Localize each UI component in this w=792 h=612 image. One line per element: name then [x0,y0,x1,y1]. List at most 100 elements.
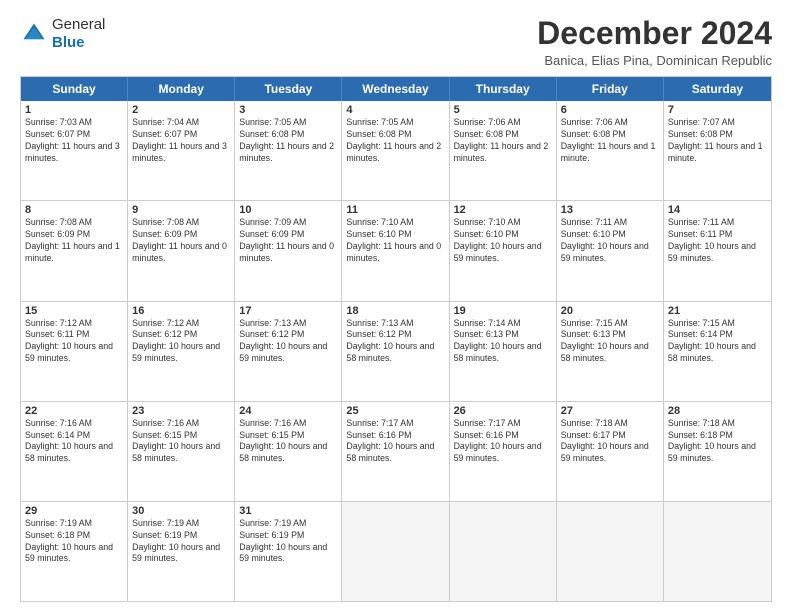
day-cell-28: 28Sunrise: 7:18 AMSunset: 6:18 PMDayligh… [664,402,771,501]
day-cell-10: 10Sunrise: 7:09 AMSunset: 6:09 PMDayligh… [235,201,342,300]
day-number: 16 [132,305,230,317]
day-number: 1 [25,104,123,116]
day-info: Sunrise: 7:13 AMSunset: 6:12 PMDaylight:… [239,318,337,366]
header-day-tuesday: Tuesday [235,77,342,101]
day-number: 28 [668,405,767,417]
day-cell-31: 31Sunrise: 7:19 AMSunset: 6:19 PMDayligh… [235,502,342,601]
header-day-monday: Monday [128,77,235,101]
day-info: Sunrise: 7:12 AMSunset: 6:11 PMDaylight:… [25,318,123,366]
day-cell-20: 20Sunrise: 7:15 AMSunset: 6:13 PMDayligh… [557,302,664,401]
day-number: 30 [132,505,230,517]
month-title: December 2024 [537,16,772,51]
day-cell-empty [557,502,664,601]
day-number: 7 [668,104,767,116]
calendar-row-4: 22Sunrise: 7:16 AMSunset: 6:14 PMDayligh… [21,401,771,501]
header-day-thursday: Thursday [450,77,557,101]
day-number: 27 [561,405,659,417]
calendar-body: 1Sunrise: 7:03 AMSunset: 6:07 PMDaylight… [21,101,771,601]
day-number: 3 [239,104,337,116]
day-number: 5 [454,104,552,116]
page: General Blue December 2024 Banica, Elias… [0,0,792,612]
calendar-row-3: 15Sunrise: 7:12 AMSunset: 6:11 PMDayligh… [21,301,771,401]
header-day-friday: Friday [557,77,664,101]
logo-icon [20,20,48,48]
day-number: 12 [454,204,552,216]
day-cell-empty [664,502,771,601]
day-number: 10 [239,204,337,216]
day-info: Sunrise: 7:05 AMSunset: 6:08 PMDaylight:… [239,117,337,165]
day-info: Sunrise: 7:11 AMSunset: 6:10 PMDaylight:… [561,217,659,265]
day-cell-4: 4Sunrise: 7:05 AMSunset: 6:08 PMDaylight… [342,101,449,200]
day-info: Sunrise: 7:10 AMSunset: 6:10 PMDaylight:… [454,217,552,265]
day-number: 13 [561,204,659,216]
day-cell-9: 9Sunrise: 7:08 AMSunset: 6:09 PMDaylight… [128,201,235,300]
header-day-saturday: Saturday [664,77,771,101]
day-info: Sunrise: 7:14 AMSunset: 6:13 PMDaylight:… [454,318,552,366]
day-cell-2: 2Sunrise: 7:04 AMSunset: 6:07 PMDaylight… [128,101,235,200]
day-info: Sunrise: 7:15 AMSunset: 6:14 PMDaylight:… [668,318,767,366]
day-number: 24 [239,405,337,417]
day-number: 21 [668,305,767,317]
day-info: Sunrise: 7:10 AMSunset: 6:10 PMDaylight:… [346,217,444,265]
day-info: Sunrise: 7:03 AMSunset: 6:07 PMDaylight:… [25,117,123,165]
day-cell-11: 11Sunrise: 7:10 AMSunset: 6:10 PMDayligh… [342,201,449,300]
day-info: Sunrise: 7:11 AMSunset: 6:11 PMDaylight:… [668,217,767,265]
day-info: Sunrise: 7:06 AMSunset: 6:08 PMDaylight:… [454,117,552,165]
day-cell-17: 17Sunrise: 7:13 AMSunset: 6:12 PMDayligh… [235,302,342,401]
calendar: SundayMondayTuesdayWednesdayThursdayFrid… [20,76,772,602]
day-info: Sunrise: 7:08 AMSunset: 6:09 PMDaylight:… [132,217,230,265]
day-cell-24: 24Sunrise: 7:16 AMSunset: 6:15 PMDayligh… [235,402,342,501]
day-cell-13: 13Sunrise: 7:11 AMSunset: 6:10 PMDayligh… [557,201,664,300]
day-number: 14 [668,204,767,216]
day-info: Sunrise: 7:18 AMSunset: 6:17 PMDaylight:… [561,418,659,466]
day-info: Sunrise: 7:16 AMSunset: 6:14 PMDaylight:… [25,418,123,466]
day-info: Sunrise: 7:08 AMSunset: 6:09 PMDaylight:… [25,217,123,265]
day-info: Sunrise: 7:16 AMSunset: 6:15 PMDaylight:… [132,418,230,466]
calendar-row-1: 1Sunrise: 7:03 AMSunset: 6:07 PMDaylight… [21,101,771,200]
day-cell-26: 26Sunrise: 7:17 AMSunset: 6:16 PMDayligh… [450,402,557,501]
day-cell-18: 18Sunrise: 7:13 AMSunset: 6:12 PMDayligh… [342,302,449,401]
day-number: 22 [25,405,123,417]
day-info: Sunrise: 7:16 AMSunset: 6:15 PMDaylight:… [239,418,337,466]
day-info: Sunrise: 7:06 AMSunset: 6:08 PMDaylight:… [561,117,659,165]
day-info: Sunrise: 7:15 AMSunset: 6:13 PMDaylight:… [561,318,659,366]
day-cell-14: 14Sunrise: 7:11 AMSunset: 6:11 PMDayligh… [664,201,771,300]
day-cell-empty [342,502,449,601]
day-number: 9 [132,204,230,216]
day-info: Sunrise: 7:19 AMSunset: 6:18 PMDaylight:… [25,518,123,566]
day-number: 20 [561,305,659,317]
day-cell-16: 16Sunrise: 7:12 AMSunset: 6:12 PMDayligh… [128,302,235,401]
day-info: Sunrise: 7:04 AMSunset: 6:07 PMDaylight:… [132,117,230,165]
day-cell-29: 29Sunrise: 7:19 AMSunset: 6:18 PMDayligh… [21,502,128,601]
day-number: 4 [346,104,444,116]
day-cell-19: 19Sunrise: 7:14 AMSunset: 6:13 PMDayligh… [450,302,557,401]
day-cell-21: 21Sunrise: 7:15 AMSunset: 6:14 PMDayligh… [664,302,771,401]
day-number: 6 [561,104,659,116]
day-cell-15: 15Sunrise: 7:12 AMSunset: 6:11 PMDayligh… [21,302,128,401]
header-day-wednesday: Wednesday [342,77,449,101]
title-block: December 2024 Banica, Elias Pina, Domini… [537,16,772,68]
day-cell-8: 8Sunrise: 7:08 AMSunset: 6:09 PMDaylight… [21,201,128,300]
day-cell-6: 6Sunrise: 7:06 AMSunset: 6:08 PMDaylight… [557,101,664,200]
day-info: Sunrise: 7:09 AMSunset: 6:09 PMDaylight:… [239,217,337,265]
day-cell-23: 23Sunrise: 7:16 AMSunset: 6:15 PMDayligh… [128,402,235,501]
calendar-header: SundayMondayTuesdayWednesdayThursdayFrid… [21,77,771,101]
day-number: 19 [454,305,552,317]
day-cell-30: 30Sunrise: 7:19 AMSunset: 6:19 PMDayligh… [128,502,235,601]
day-number: 11 [346,204,444,216]
day-number: 18 [346,305,444,317]
day-info: Sunrise: 7:05 AMSunset: 6:08 PMDaylight:… [346,117,444,165]
calendar-row-5: 29Sunrise: 7:19 AMSunset: 6:18 PMDayligh… [21,501,771,601]
day-cell-empty [450,502,557,601]
day-number: 25 [346,405,444,417]
day-info: Sunrise: 7:12 AMSunset: 6:12 PMDaylight:… [132,318,230,366]
day-number: 23 [132,405,230,417]
day-cell-27: 27Sunrise: 7:18 AMSunset: 6:17 PMDayligh… [557,402,664,501]
header: General Blue December 2024 Banica, Elias… [20,16,772,68]
day-cell-25: 25Sunrise: 7:17 AMSunset: 6:16 PMDayligh… [342,402,449,501]
day-info: Sunrise: 7:18 AMSunset: 6:18 PMDaylight:… [668,418,767,466]
day-number: 8 [25,204,123,216]
day-number: 26 [454,405,552,417]
day-info: Sunrise: 7:19 AMSunset: 6:19 PMDaylight:… [239,518,337,566]
day-info: Sunrise: 7:17 AMSunset: 6:16 PMDaylight:… [346,418,444,466]
